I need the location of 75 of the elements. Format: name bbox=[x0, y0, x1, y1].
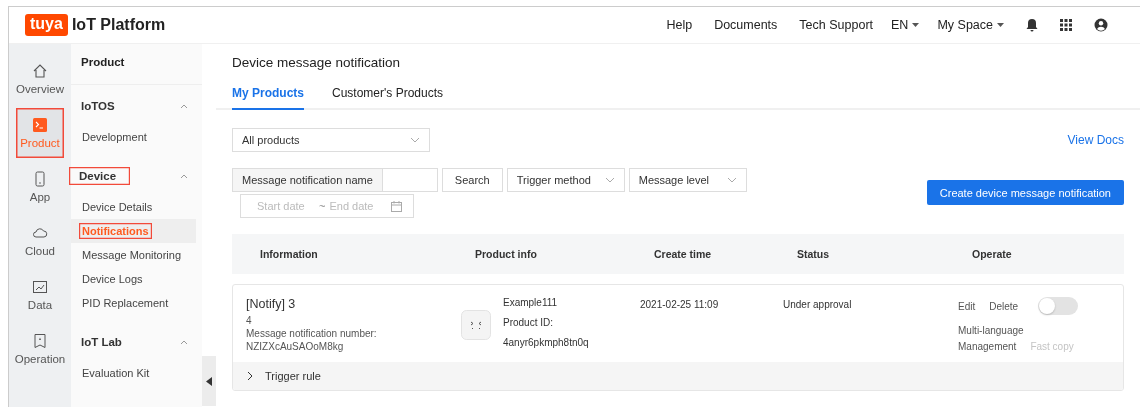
sidebar-item[interactable]: Evaluation Kit bbox=[79, 365, 153, 381]
action-link[interactable]: Delete bbox=[989, 300, 1019, 312]
home-icon bbox=[32, 63, 48, 79]
bell-icon[interactable] bbox=[1026, 18, 1038, 32]
calendar-icon bbox=[391, 200, 403, 212]
chevron-down-icon bbox=[604, 177, 615, 183]
rail-item[interactable]: Operation bbox=[9, 324, 71, 374]
sidebar-title: Product bbox=[71, 50, 202, 85]
action-link[interactable]: Management bbox=[958, 341, 1017, 352]
sidebar-item[interactable]: PID Replacement bbox=[79, 295, 172, 311]
platform-title: IoT Platform bbox=[71, 16, 166, 34]
table-cell-text: NZIZXcAuSAOoM8kg bbox=[246, 341, 345, 352]
rail-item[interactable]: App bbox=[9, 162, 71, 212]
sidebar-group[interactable]: IoTOS bbox=[71, 97, 129, 115]
column-header: Product info bbox=[475, 248, 538, 260]
search-button[interactable]: Search bbox=[441, 168, 503, 192]
tab[interactable]: My Products bbox=[232, 86, 304, 110]
name-search-field[interactable]: Message notification name bbox=[232, 168, 438, 192]
chevron-down-icon bbox=[726, 177, 737, 183]
nav-link[interactable]: Documents bbox=[714, 18, 778, 32]
chevron-down-icon bbox=[410, 137, 420, 143]
column-header: Operate bbox=[972, 248, 1013, 260]
rail-item[interactable]: Overview bbox=[9, 54, 71, 104]
table-cell-text: 4 bbox=[246, 315, 253, 326]
rail-item[interactable]: Cloud bbox=[9, 216, 71, 266]
sidebar-item[interactable]: Device Details bbox=[79, 199, 156, 215]
column-header: Create time bbox=[654, 248, 713, 260]
column-header: Status bbox=[797, 248, 831, 260]
date-range-field[interactable]: Start date ~ End date bbox=[240, 194, 414, 218]
trigger-rule-toggle[interactable]: Trigger rule bbox=[233, 362, 1123, 390]
column-header: Information bbox=[259, 248, 319, 260]
trigger-method-select[interactable]: Trigger method bbox=[506, 168, 625, 192]
caret-icon bbox=[912, 23, 920, 27]
rail-item[interactable]: Data bbox=[9, 270, 71, 320]
chevron-icon[interactable] bbox=[180, 103, 188, 109]
table-cell: Under approval bbox=[783, 299, 852, 310]
apps-grid-icon[interactable] bbox=[1060, 19, 1072, 31]
triangle-left-icon bbox=[206, 376, 212, 386]
sidebar-group[interactable]: Device bbox=[69, 167, 131, 185]
tab[interactable]: Customer's Products bbox=[332, 86, 443, 110]
page-title: Device message notification bbox=[232, 55, 402, 70]
action-link[interactable]: Multi-language bbox=[958, 325, 1088, 336]
table-cell: 2021-02-25 11:09 bbox=[640, 299, 719, 310]
toggle-switch[interactable] bbox=[1038, 297, 1079, 315]
collapse-handle[interactable] bbox=[202, 356, 216, 406]
create-button[interactable]: Create device message notification bbox=[926, 180, 1124, 205]
chevron-icon[interactable] bbox=[180, 173, 188, 179]
table-cell-text: Message notification number: bbox=[246, 328, 378, 339]
sidebar-item[interactable]: Device Logs bbox=[79, 271, 146, 287]
sidebar-item[interactable]: Message Monitoring bbox=[79, 247, 185, 263]
phone-icon bbox=[32, 171, 48, 187]
notification-title: [Notify] 3 bbox=[246, 297, 297, 311]
view-docs-link[interactable]: View Docs bbox=[1067, 133, 1124, 147]
nav-dropdown[interactable]: My Space bbox=[937, 18, 1004, 32]
caret-icon bbox=[997, 23, 1004, 27]
action-link[interactable]: Edit bbox=[958, 300, 976, 312]
table-cell-text: Product ID: bbox=[503, 317, 555, 328]
nav-link[interactable]: Help bbox=[666, 18, 693, 32]
nav-dropdown[interactable]: EN bbox=[891, 18, 920, 32]
terminal-icon bbox=[32, 117, 48, 133]
socket-icon bbox=[461, 310, 491, 340]
product-select[interactable]: All products bbox=[232, 128, 430, 152]
field-label: Message notification name bbox=[233, 169, 383, 191]
nav-link[interactable]: Tech Support bbox=[799, 18, 874, 32]
table-cell: 4anyr6pkmph8tn0q bbox=[503, 337, 589, 348]
chart-icon bbox=[32, 279, 48, 295]
sidebar-item[interactable]: Development bbox=[79, 129, 150, 145]
chevron-right-icon bbox=[247, 371, 253, 381]
badge-icon bbox=[32, 333, 48, 349]
cloud-icon bbox=[32, 225, 48, 241]
message-level-select[interactable]: Message level bbox=[628, 168, 747, 192]
sidebar-group[interactable]: IoT Lab bbox=[71, 333, 136, 351]
table-cell-text: Example111 bbox=[503, 297, 559, 308]
user-icon[interactable] bbox=[1094, 18, 1108, 32]
chevron-icon[interactable] bbox=[180, 339, 188, 345]
